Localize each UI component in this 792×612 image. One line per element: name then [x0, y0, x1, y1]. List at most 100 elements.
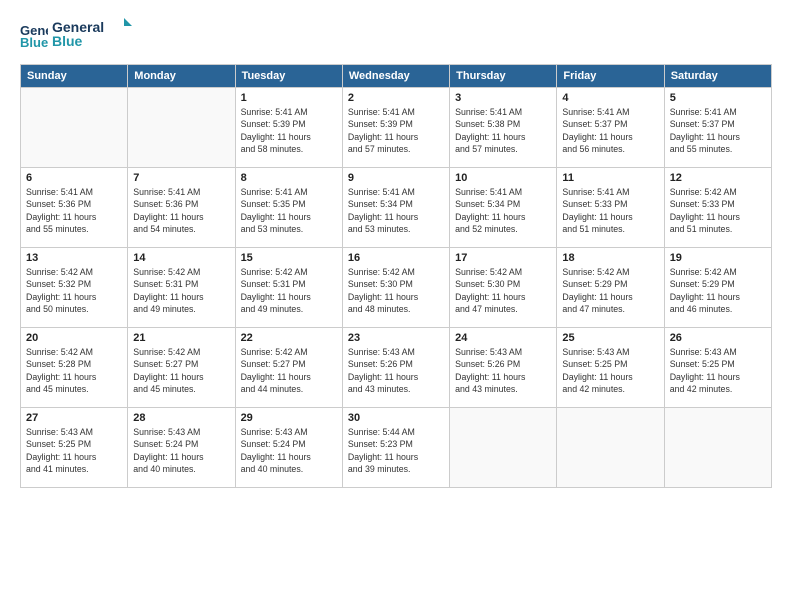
weekday-header: Wednesday: [342, 65, 449, 88]
calendar-cell: 16 Sunrise: 5:42 AM Sunset: 5:30 PM Dayli…: [342, 248, 449, 328]
header: General Blue General Blue: [20, 16, 772, 54]
calendar-cell: [557, 408, 664, 488]
calendar-cell: 9 Sunrise: 5:41 AM Sunset: 5:34 PM Daylig…: [342, 168, 449, 248]
day-info: Sunrise: 5:42 AM Sunset: 5:30 PM Dayligh…: [348, 266, 444, 315]
calendar-cell: [21, 88, 128, 168]
calendar-week-row: 6 Sunrise: 5:41 AM Sunset: 5:36 PM Daylig…: [21, 168, 772, 248]
day-info: Sunrise: 5:43 AM Sunset: 5:24 PM Dayligh…: [241, 426, 337, 475]
calendar-cell: 17 Sunrise: 5:42 AM Sunset: 5:30 PM Dayli…: [450, 248, 557, 328]
calendar-table: SundayMondayTuesdayWednesdayThursdayFrid…: [20, 64, 772, 488]
day-number: 5: [670, 92, 766, 104]
calendar-week-row: 27Sunrise: 5:43 AM Sunset: 5:25 PM Dayli…: [21, 408, 772, 488]
day-info: Sunrise: 5:41 AM Sunset: 5:34 PM Dayligh…: [348, 186, 444, 235]
day-number: 16: [348, 252, 444, 264]
day-number: 24: [455, 332, 551, 344]
day-info: Sunrise: 5:43 AM Sunset: 5:24 PM Dayligh…: [133, 426, 229, 475]
day-info: Sunrise: 5:41 AM Sunset: 5:34 PM Dayligh…: [455, 186, 551, 235]
day-number: 23: [348, 332, 444, 344]
weekday-header: Monday: [128, 65, 235, 88]
calendar-cell: 8 Sunrise: 5:41 AM Sunset: 5:35 PM Daylig…: [235, 168, 342, 248]
day-info: Sunrise: 5:41 AM Sunset: 5:36 PM Dayligh…: [26, 186, 122, 235]
day-info: Sunrise: 5:41 AM Sunset: 5:39 PM Dayligh…: [241, 106, 337, 155]
day-number: 27: [26, 412, 122, 424]
calendar-cell: 2Sunrise: 5:41 AM Sunset: 5:39 PM Daylig…: [342, 88, 449, 168]
day-number: 10: [455, 172, 551, 184]
day-number: 30: [348, 412, 444, 424]
calendar-cell: 23 Sunrise: 5:43 AM Sunset: 5:26 PM Dayli…: [342, 328, 449, 408]
day-number: 11: [562, 172, 658, 184]
day-number: 18: [562, 252, 658, 264]
calendar-cell: 11 Sunrise: 5:41 AM Sunset: 5:33 PM Dayli…: [557, 168, 664, 248]
day-info: Sunrise: 5:42 AM Sunset: 5:31 PM Dayligh…: [133, 266, 229, 315]
day-number: 28: [133, 412, 229, 424]
day-info: Sunrise: 5:42 AM Sunset: 5:30 PM Dayligh…: [455, 266, 551, 315]
day-number: 7: [133, 172, 229, 184]
day-info: Sunrise: 5:43 AM Sunset: 5:26 PM Dayligh…: [455, 346, 551, 395]
calendar-cell: 21 Sunrise: 5:42 AM Sunset: 5:27 PM Dayli…: [128, 328, 235, 408]
day-number: 4: [562, 92, 658, 104]
day-info: Sunrise: 5:43 AM Sunset: 5:26 PM Dayligh…: [348, 346, 444, 395]
calendar-cell: 14Sunrise: 5:42 AM Sunset: 5:31 PM Dayli…: [128, 248, 235, 328]
calendar-cell: [128, 88, 235, 168]
calendar-cell: 7Sunrise: 5:41 AM Sunset: 5:36 PM Daylig…: [128, 168, 235, 248]
day-number: 12: [670, 172, 766, 184]
day-info: Sunrise: 5:42 AM Sunset: 5:29 PM Dayligh…: [562, 266, 658, 315]
svg-text:Blue: Blue: [52, 33, 83, 49]
day-info: Sunrise: 5:41 AM Sunset: 5:35 PM Dayligh…: [241, 186, 337, 235]
svg-text:Blue: Blue: [20, 35, 48, 49]
calendar-cell: 3 Sunrise: 5:41 AM Sunset: 5:38 PM Daylig…: [450, 88, 557, 168]
calendar-cell: 13Sunrise: 5:42 AM Sunset: 5:32 PM Dayli…: [21, 248, 128, 328]
calendar-cell: [450, 408, 557, 488]
weekday-header: Thursday: [450, 65, 557, 88]
day-number: 20: [26, 332, 122, 344]
logo-icon: General Blue: [20, 21, 48, 49]
day-number: 22: [241, 332, 337, 344]
day-number: 29: [241, 412, 337, 424]
calendar-body: 1Sunrise: 5:41 AM Sunset: 5:39 PM Daylig…: [21, 88, 772, 488]
calendar-cell: 30 Sunrise: 5:44 AM Sunset: 5:23 PM Dayli…: [342, 408, 449, 488]
day-info: Sunrise: 5:42 AM Sunset: 5:27 PM Dayligh…: [241, 346, 337, 395]
calendar-cell: 22 Sunrise: 5:42 AM Sunset: 5:27 PM Dayli…: [235, 328, 342, 408]
weekday-header: Friday: [557, 65, 664, 88]
day-info: Sunrise: 5:42 AM Sunset: 5:31 PM Dayligh…: [241, 266, 337, 315]
calendar-cell: 27Sunrise: 5:43 AM Sunset: 5:25 PM Dayli…: [21, 408, 128, 488]
day-number: 15: [241, 252, 337, 264]
calendar-cell: 12 Sunrise: 5:42 AM Sunset: 5:33 PM Dayli…: [664, 168, 771, 248]
calendar-cell: 10 Sunrise: 5:41 AM Sunset: 5:34 PM Dayli…: [450, 168, 557, 248]
calendar-cell: 24 Sunrise: 5:43 AM Sunset: 5:26 PM Dayli…: [450, 328, 557, 408]
day-number: 6: [26, 172, 122, 184]
calendar-cell: 6 Sunrise: 5:41 AM Sunset: 5:36 PM Daylig…: [21, 168, 128, 248]
day-number: 21: [133, 332, 229, 344]
calendar-cell: 15 Sunrise: 5:42 AM Sunset: 5:31 PM Dayli…: [235, 248, 342, 328]
day-info: Sunrise: 5:42 AM Sunset: 5:33 PM Dayligh…: [670, 186, 766, 235]
weekday-header: Saturday: [664, 65, 771, 88]
calendar-cell: 25 Sunrise: 5:43 AM Sunset: 5:25 PM Dayli…: [557, 328, 664, 408]
calendar-cell: 26 Sunrise: 5:43 AM Sunset: 5:25 PM Dayli…: [664, 328, 771, 408]
day-number: 26: [670, 332, 766, 344]
day-info: Sunrise: 5:44 AM Sunset: 5:23 PM Dayligh…: [348, 426, 444, 475]
day-number: 8: [241, 172, 337, 184]
day-info: Sunrise: 5:41 AM Sunset: 5:37 PM Dayligh…: [670, 106, 766, 155]
day-number: 9: [348, 172, 444, 184]
calendar-header-row: SundayMondayTuesdayWednesdayThursdayFrid…: [21, 65, 772, 88]
day-info: Sunrise: 5:41 AM Sunset: 5:38 PM Dayligh…: [455, 106, 551, 155]
calendar-cell: 4Sunrise: 5:41 AM Sunset: 5:37 PM Daylig…: [557, 88, 664, 168]
calendar-cell: 1Sunrise: 5:41 AM Sunset: 5:39 PM Daylig…: [235, 88, 342, 168]
day-info: Sunrise: 5:43 AM Sunset: 5:25 PM Dayligh…: [562, 346, 658, 395]
day-number: 3: [455, 92, 551, 104]
calendar-cell: [664, 408, 771, 488]
weekday-header: Tuesday: [235, 65, 342, 88]
day-info: Sunrise: 5:42 AM Sunset: 5:29 PM Dayligh…: [670, 266, 766, 315]
calendar-cell: 29 Sunrise: 5:43 AM Sunset: 5:24 PM Dayli…: [235, 408, 342, 488]
day-info: Sunrise: 5:41 AM Sunset: 5:39 PM Dayligh…: [348, 106, 444, 155]
day-number: 25: [562, 332, 658, 344]
day-number: 17: [455, 252, 551, 264]
day-info: Sunrise: 5:43 AM Sunset: 5:25 PM Dayligh…: [670, 346, 766, 395]
calendar-cell: 28 Sunrise: 5:43 AM Sunset: 5:24 PM Dayli…: [128, 408, 235, 488]
calendar-cell: 19Sunrise: 5:42 AM Sunset: 5:29 PM Dayli…: [664, 248, 771, 328]
logo-svg: General Blue: [52, 16, 142, 54]
calendar-cell: 18 Sunrise: 5:42 AM Sunset: 5:29 PM Dayli…: [557, 248, 664, 328]
day-info: Sunrise: 5:41 AM Sunset: 5:33 PM Dayligh…: [562, 186, 658, 235]
day-info: Sunrise: 5:42 AM Sunset: 5:27 PM Dayligh…: [133, 346, 229, 395]
calendar-week-row: 13Sunrise: 5:42 AM Sunset: 5:32 PM Dayli…: [21, 248, 772, 328]
